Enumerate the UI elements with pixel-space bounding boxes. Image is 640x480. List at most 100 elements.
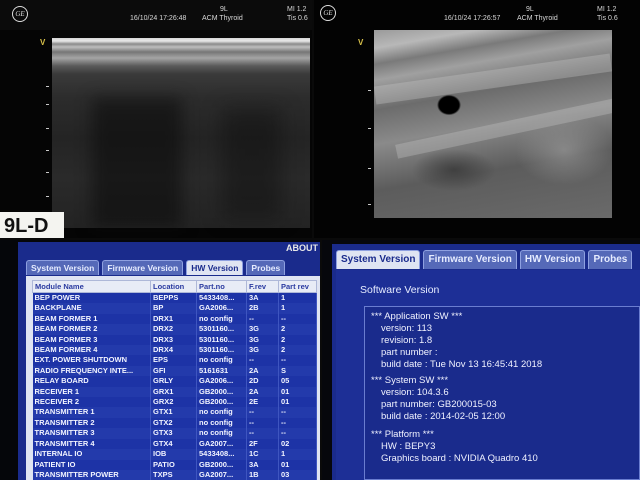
tab-hw-version[interactable]: HW Version	[186, 260, 244, 275]
tab-firmware-version[interactable]: Firmware Version	[423, 250, 517, 269]
location-cell: GTX4	[150, 438, 197, 450]
about-tab-bar: System Version Firmware Version HW Versi…	[26, 260, 286, 276]
table-header-row: Module Name Location Part.no F.rev Part …	[32, 280, 317, 293]
f-rev-cell: 2F	[246, 438, 279, 450]
depth-tick	[368, 204, 371, 205]
image-shadow	[222, 108, 282, 218]
sw-info-line: revision: 1.8	[381, 335, 433, 346]
table-row[interactable]: BEAM FORMER 4 DRX4 5301160... 3G 2	[32, 345, 317, 356]
tab-probes[interactable]: Probes	[588, 250, 633, 269]
location-cell: DRX1	[150, 313, 197, 325]
table-row[interactable]: INTERNAL IO IOB 5433408... 1C 1	[32, 449, 317, 460]
table-row[interactable]: TRANSMITTER 2 GTX2 no config -- --	[32, 417, 317, 429]
part-no-cell: 5433408...	[196, 449, 247, 460]
module-name-cell: BEAM FORMER 4	[32, 345, 151, 356]
table-row[interactable]: BEAM FORMER 2 DRX2 5301160... 3G 2	[32, 324, 317, 335]
module-name-cell: TRANSMITTER 2	[32, 417, 151, 429]
module-name-cell: BEAM FORMER 3	[32, 334, 151, 346]
location-cell: GRX2	[150, 397, 197, 408]
tab-system-version[interactable]: System Version	[26, 260, 100, 275]
sw-info-line: build date : 2014-02-05 12:00	[381, 411, 506, 422]
depth-tick	[46, 150, 49, 151]
table-row[interactable]: EXT. POWER SHUTDOWN EPS no config -- --	[32, 355, 317, 366]
hw-module-table: Module Name Location Part.no F.rev Part …	[32, 280, 317, 480]
module-name-cell: BEAM FORMER 2	[32, 324, 151, 335]
part-no-cell: 5301160...	[196, 334, 247, 346]
part-no-cell: 5433408...	[196, 292, 247, 304]
f-rev-cell: 3G	[246, 345, 279, 356]
part-no-cell: GB2000...	[196, 459, 247, 470]
table-row[interactable]: TRANSMITTER 1 GTX1 no config -- --	[32, 407, 317, 418]
part-rev-cell: --	[278, 417, 317, 429]
software-version-title: Software Version	[360, 284, 440, 296]
depth-tick	[368, 90, 371, 91]
about-dialog: ABOUT System Version Firmware Version HW…	[18, 242, 320, 480]
table-row[interactable]: BEAM FORMER 1 DRX1 no config -- --	[32, 313, 317, 325]
tab-firmware-version[interactable]: Firmware Version	[102, 260, 184, 275]
f-rev-cell: --	[246, 407, 279, 418]
location-cell: GTX3	[150, 428, 197, 439]
depth-tick	[46, 172, 49, 173]
table-row[interactable]: RECEIVER 1 GRX1 GB2000... 2A 01	[32, 386, 317, 398]
depth-tick	[46, 86, 49, 87]
tab-probes[interactable]: Probes	[246, 260, 286, 275]
module-name-cell: BEAM FORMER 1	[32, 313, 151, 325]
col-f-rev[interactable]: F.rev	[246, 280, 279, 293]
part-no-cell: no config	[196, 417, 247, 429]
table-row[interactable]: TRANSMITTER 3 GTX3 no config -- --	[32, 428, 317, 439]
about-dialog: System Version Firmware Version HW Versi…	[332, 244, 640, 480]
module-name-cell: TRANSMITTER 4	[32, 438, 151, 450]
table-row[interactable]: RECEIVER 2 GRX2 GB2000... 2E 01	[32, 397, 317, 408]
f-rev-cell: 3A	[246, 459, 279, 470]
sw-info-line: part number: GB200015-03	[381, 399, 497, 410]
f-rev-cell: 1B	[246, 469, 279, 480]
location-cell: GTX2	[150, 417, 197, 429]
col-part-rev[interactable]: Part rev	[278, 280, 317, 293]
part-no-cell: 5301160...	[196, 324, 247, 335]
mi-readout: MI 1.2	[287, 6, 307, 13]
f-rev-cell: 2A	[246, 386, 279, 398]
tab-hw-version[interactable]: HW Version	[519, 250, 586, 269]
col-location[interactable]: Location	[150, 280, 197, 293]
table-row[interactable]: BACKPLANE BP GA2006... 2B 1	[32, 303, 317, 314]
hw-version-monitor: ABOUT System Version Firmware Version HW…	[0, 240, 320, 480]
location-cell: GRX1	[150, 386, 197, 398]
module-name-cell: RECEIVER 2	[32, 397, 151, 408]
location-cell: EPS	[150, 355, 197, 366]
part-rev-cell: 02	[278, 438, 317, 450]
image-shadow	[92, 98, 182, 228]
about-tab-bar: System Version Firmware Version HW Versi…	[336, 250, 633, 270]
table-row[interactable]: BEAM FORMER 3 DRX3 5301160... 3G 2	[32, 334, 317, 346]
ge-logo-icon: GE	[12, 6, 28, 22]
depth-tick	[46, 104, 49, 105]
module-name-cell: BACKPLANE	[32, 303, 151, 314]
col-part-no[interactable]: Part.no	[196, 280, 247, 293]
table-row[interactable]: RADIO FREQUENCY INTE... GFI 5161631 2A S	[32, 365, 317, 377]
part-rev-cell: 2	[278, 324, 317, 335]
table-row[interactable]: PATIENT IO PATIO GB2000... 3A 01	[32, 459, 317, 470]
module-name-cell: PATIENT IO	[32, 459, 151, 470]
table-row[interactable]: TRANSMITTER 4 GTX4 GA2007... 2F 02	[32, 438, 317, 450]
col-module-name[interactable]: Module Name	[32, 280, 151, 293]
module-name-cell: TRANSMITTER 3	[32, 428, 151, 439]
tab-system-version[interactable]: System Version	[336, 250, 421, 269]
table-row[interactable]: RELAY BOARD GRLY GA2006... 2D 05	[32, 376, 317, 387]
part-rev-cell: 1	[278, 303, 317, 314]
part-rev-cell: 01	[278, 459, 317, 470]
software-version-box: *** Application SW *** version: 113 revi…	[364, 306, 640, 480]
module-name-cell: TRANSMITTER 1	[32, 407, 151, 418]
location-cell: BP	[150, 303, 197, 314]
f-rev-cell: 2D	[246, 376, 279, 387]
table-row[interactable]: BEP POWER BEPPS 5433408... 3A 1	[32, 292, 317, 304]
part-no-cell: GB2000...	[196, 397, 247, 408]
module-name-cell: INTERNAL IO	[32, 449, 151, 460]
module-name-cell: RELAY BOARD	[32, 376, 151, 387]
part-rev-cell: 1	[278, 292, 317, 304]
f-rev-cell: 2A	[246, 365, 279, 377]
sw-info-line: build date : Tue Nov 13 16:45:41 2018	[381, 359, 543, 370]
part-rev-cell: --	[278, 407, 317, 418]
location-cell: DRX2	[150, 324, 197, 335]
f-rev-cell: 1C	[246, 449, 279, 460]
sw-section-heading: *** Application SW ***	[371, 311, 463, 322]
table-row[interactable]: TRANSMITTER POWER TXPS GA2007... 1B 03	[32, 469, 317, 480]
